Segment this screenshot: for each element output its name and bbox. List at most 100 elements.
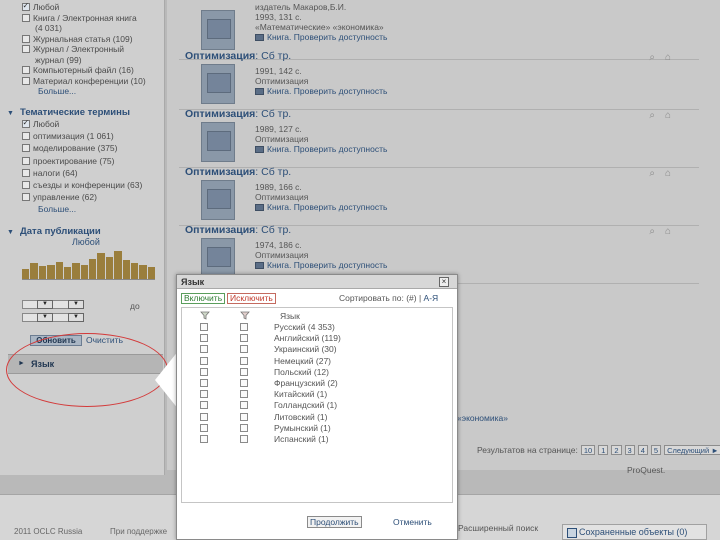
- check-availability-link[interactable]: Книга. Проверить доступность: [267, 260, 387, 270]
- book-cover-icon[interactable]: [201, 180, 235, 220]
- thematic-term-option[interactable]: съезды и конференции (63): [22, 180, 142, 190]
- include-checkbox[interactable]: [200, 323, 208, 331]
- exclude-checkbox[interactable]: [240, 401, 248, 410]
- checkbox[interactable]: [22, 156, 30, 165]
- source-type-more-link[interactable]: Больше...: [38, 86, 76, 96]
- page-link[interactable]: 5: [650, 445, 662, 455]
- result-title[interactable]: Оптимизация: Сб тр.: [185, 224, 291, 236]
- sort-alpha-link[interactable]: А-Я: [424, 293, 439, 303]
- cancel-button[interactable]: Отменить: [393, 517, 432, 527]
- include-checkbox[interactable]: [200, 334, 208, 343]
- include-checkbox[interactable]: [200, 390, 208, 399]
- exclude-checkbox[interactable]: [240, 323, 248, 331]
- exclude-tab[interactable]: Исключить: [227, 293, 276, 304]
- checkbox[interactable]: [22, 76, 30, 85]
- checkbox[interactable]: [22, 181, 30, 189]
- checkbox[interactable]: [22, 66, 30, 74]
- thematic-term-option[interactable]: моделирование (375): [22, 143, 117, 153]
- exclude-checkbox[interactable]: [240, 345, 248, 354]
- page-link[interactable]: 1: [598, 445, 609, 455]
- book-cover-icon[interactable]: [201, 238, 235, 278]
- date-from-year-select[interactable]: ▼: [68, 300, 84, 309]
- date-from-month-select[interactable]: ▼: [37, 300, 53, 309]
- result-action-icons[interactable]: ⌕⌂: [649, 226, 681, 237]
- result-action-icons[interactable]: ⌕⌂: [649, 168, 681, 179]
- exclude-checkbox[interactable]: [240, 367, 248, 376]
- include-tab[interactable]: Включить: [181, 293, 226, 304]
- include-checkbox[interactable]: [200, 412, 208, 421]
- include-checkbox[interactable]: [200, 345, 208, 354]
- page-link[interactable]: 4: [637, 445, 648, 455]
- thematic-term-option[interactable]: управление (62): [22, 192, 97, 202]
- exclude-checkbox[interactable]: [240, 435, 248, 443]
- source-type-option[interactable]: Компьютерный файл (16): [22, 65, 134, 75]
- include-checkbox[interactable]: [200, 423, 208, 432]
- page-link[interactable]: 2: [611, 445, 622, 455]
- book-cover-icon[interactable]: [201, 122, 235, 162]
- thematic-term-option[interactable]: оптимизация (1 061): [22, 131, 114, 141]
- thematic-term-option[interactable]: проектирование (75): [22, 156, 115, 166]
- collapse-arrow-icon[interactable]: ▼: [7, 229, 14, 236]
- thematic-term-option[interactable]: Любой: [22, 118, 59, 129]
- exclude-all-icon[interactable]: [240, 311, 250, 320]
- histogram-bar: [47, 264, 55, 279]
- include-checkbox[interactable]: [200, 401, 208, 410]
- date-to-year-select[interactable]: ▼: [68, 313, 84, 322]
- exclude-checkbox[interactable]: [240, 334, 248, 343]
- check-availability-link[interactable]: Книга. Проверить доступность: [267, 144, 387, 154]
- checkbox[interactable]: [22, 132, 30, 141]
- advanced-search-link[interactable]: Расширенный поиск: [458, 523, 538, 533]
- result-title[interactable]: Оптимизация: Сб тр.: [185, 166, 291, 178]
- exclude-checkbox[interactable]: [240, 412, 248, 421]
- checkbox[interactable]: [22, 168, 30, 177]
- checkbox[interactable]: [22, 45, 30, 53]
- include-checkbox[interactable]: [200, 379, 208, 387]
- source-type-option[interactable]: Журнал / Электронный: [22, 44, 124, 54]
- check-availability-link[interactable]: Книга. Проверить доступность: [267, 32, 387, 42]
- source-type-option[interactable]: Книга / Электронная книга: [22, 13, 137, 23]
- exclude-checkbox[interactable]: [240, 423, 248, 432]
- keyword-tail[interactable]: «экономика»: [457, 413, 508, 423]
- collapse-arrow-icon[interactable]: ▼: [7, 110, 14, 117]
- result-title[interactable]: Оптимизация: Сб тр.: [185, 50, 291, 62]
- checkbox[interactable]: [22, 34, 30, 43]
- book-cover-icon[interactable]: [201, 64, 235, 104]
- pubdate-histogram[interactable]: [22, 250, 155, 280]
- include-checkbox[interactable]: [200, 435, 208, 443]
- checkbox[interactable]: [22, 144, 30, 153]
- language-dialog: Язык × Включить Исключить Сортировать по…: [176, 274, 458, 540]
- source-type-option[interactable]: Материал конференции (10): [22, 76, 146, 86]
- close-icon[interactable]: ×: [439, 277, 449, 287]
- checkbox[interactable]: [22, 118, 30, 128]
- pubdate-value: Любой: [72, 237, 100, 247]
- per-page-select[interactable]: 10: [580, 445, 596, 455]
- checkbox[interactable]: [22, 1, 30, 11]
- check-availability-link[interactable]: Книга. Проверить доступность: [267, 86, 387, 96]
- source-type-option[interactable]: Журнальная статья (109): [22, 34, 133, 44]
- result-item: Оптимизация: Сб тр. 1991, 142 с. Оптимизац…: [179, 50, 699, 110]
- thematic-term-option[interactable]: налоги (64): [22, 168, 78, 178]
- exclude-checkbox[interactable]: [240, 379, 248, 387]
- saved-items-button[interactable]: Сохраненные объекты (0): [562, 524, 707, 540]
- source-type-option[interactable]: Любой: [22, 1, 59, 12]
- continue-button[interactable]: Продолжить: [307, 516, 362, 528]
- include-checkbox[interactable]: [200, 356, 208, 365]
- language-row: Немецкий (27): [182, 356, 452, 366]
- dialog-header: Язык ×: [177, 275, 457, 289]
- thematic-more-link[interactable]: Больше...: [38, 204, 76, 214]
- checkbox[interactable]: [22, 193, 30, 202]
- book-cover-icon[interactable]: [201, 10, 235, 50]
- check-availability-link[interactable]: Книга. Проверить доступность: [267, 202, 387, 212]
- checkbox[interactable]: [22, 13, 30, 22]
- result-action-icons[interactable]: ⌕⌂: [649, 110, 681, 121]
- date-to-month-select[interactable]: ▼: [37, 313, 53, 322]
- result-title[interactable]: Оптимизация: Сб тр.: [185, 108, 291, 120]
- exclude-checkbox[interactable]: [240, 356, 248, 365]
- include-all-icon[interactable]: [200, 311, 210, 320]
- include-checkbox[interactable]: [200, 367, 208, 376]
- sort-by-count-link[interactable]: (#): [406, 293, 416, 303]
- exclude-checkbox[interactable]: [240, 390, 248, 399]
- next-page-button[interactable]: Следующий ►: [664, 445, 720, 455]
- page-link[interactable]: 3: [624, 445, 635, 455]
- result-action-icons[interactable]: ⌕⌂: [649, 52, 681, 63]
